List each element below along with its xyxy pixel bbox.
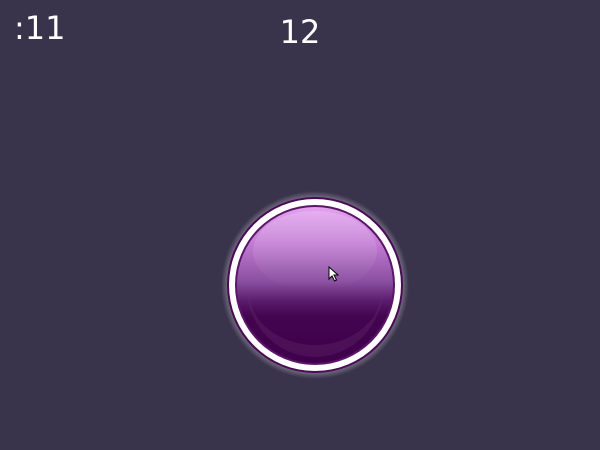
- orb-graphic: [221, 191, 409, 379]
- orb-highlight: [253, 211, 377, 291]
- score-display: 12: [279, 13, 321, 51]
- game-stage: :11 12: [0, 0, 600, 450]
- orb-tap-target[interactable]: [220, 191, 410, 381]
